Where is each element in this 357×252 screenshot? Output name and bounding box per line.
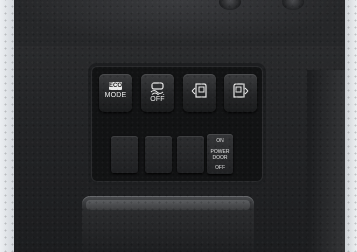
car-dashboard-switch-panel-photo: ECO MODE OFF ON POWER DOOR OFF [0,0,357,252]
dashboard-upper-trim [14,0,345,46]
eco-mode-button[interactable]: ECO MODE [99,74,132,112]
power-door-on-label: ON [216,138,224,144]
vdc-off-label: OFF [150,96,165,103]
blank-switch-cover [111,136,138,173]
right-sliding-door-button[interactable] [224,74,257,112]
window-frame-right [345,0,357,252]
dashboard-knob [282,0,304,10]
eco-mode-label: MODE [104,92,127,99]
dashboard-knob [219,0,241,10]
switch-panel: ECO MODE OFF ON POWER DOOR OFF [91,66,263,182]
blank-switch-cover [177,136,204,173]
center-console-bezel [307,70,345,252]
eco-badge: ECO [109,82,123,90]
power-door-title-line2: DOOR [212,155,228,161]
blank-switch-cover [145,136,172,173]
power-door-off-label: OFF [215,165,225,171]
window-frame-left [0,0,14,252]
storage-tray-lid[interactable] [86,200,250,210]
skidding-car-icon [150,82,165,95]
vdc-off-button[interactable]: OFF [141,74,174,112]
power-door-switch[interactable]: ON POWER DOOR OFF [207,134,233,174]
right-sliding-door-icon [233,83,249,98]
left-sliding-door-button[interactable] [183,74,216,112]
left-sliding-door-icon [191,83,207,98]
